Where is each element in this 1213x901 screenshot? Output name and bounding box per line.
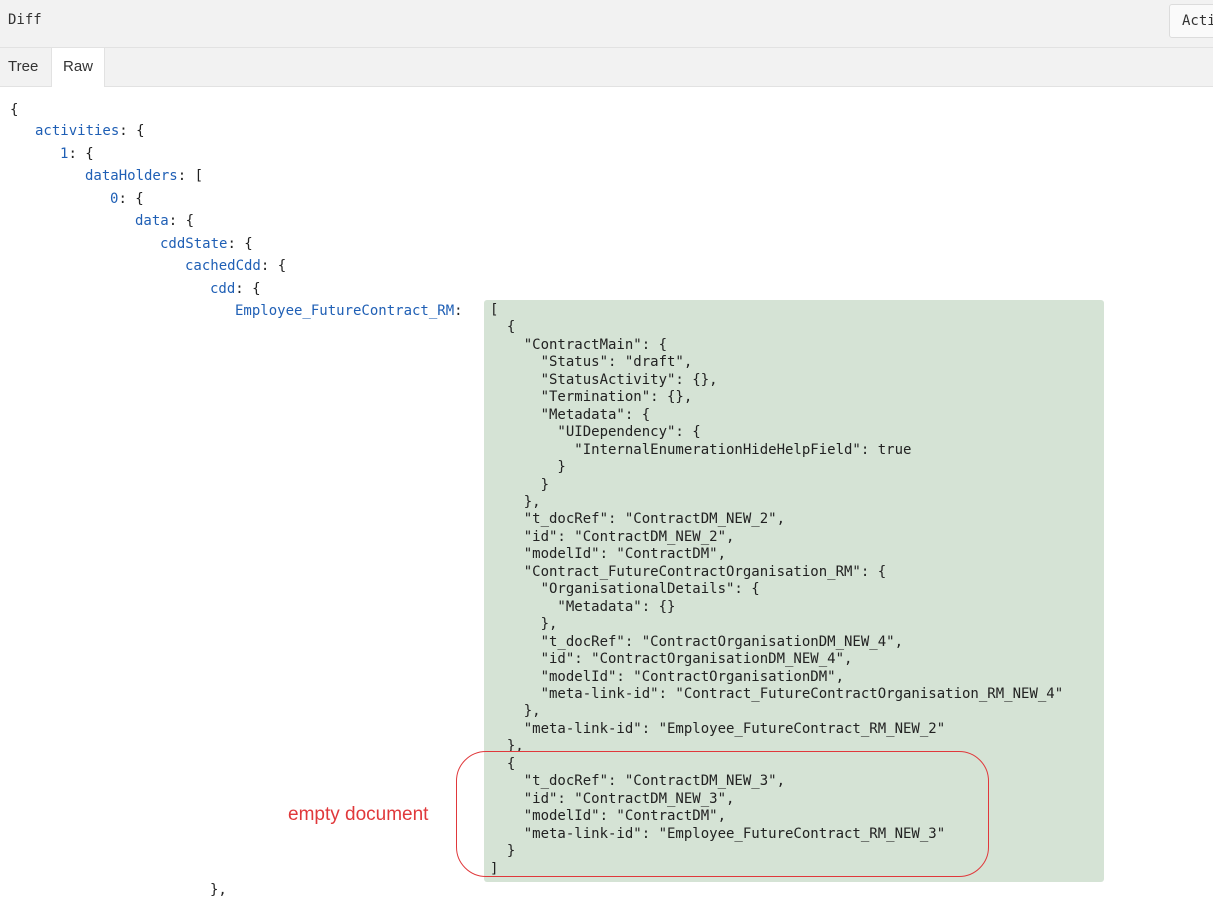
tree-suffix: : { — [227, 236, 253, 252]
tree-key: activities — [35, 123, 120, 139]
tree-key: Employee_FutureContract_RM — [235, 303, 455, 319]
tree-suffix: : — [454, 303, 463, 319]
tree-line-0[interactable]: 0: { — [110, 188, 144, 210]
tree-line-cddstate[interactable]: cddState: { — [160, 233, 253, 255]
tree-suffix: : { — [235, 281, 261, 297]
tree-line-activities[interactable]: activities: { — [35, 120, 145, 142]
tab-tree[interactable]: Tree — [0, 48, 50, 86]
view-tabs: Tree Raw — [0, 48, 1213, 87]
tree-key: data — [135, 213, 169, 229]
tree-suffix: : { — [119, 123, 145, 139]
actions-button[interactable]: Acti — [1169, 4, 1213, 38]
tree-key: cddState — [160, 236, 228, 252]
tree-line-cachedcdd[interactable]: cachedCdd: { — [185, 255, 286, 277]
tree-key: dataHolders — [85, 168, 178, 184]
tree-line-cdd[interactable]: cdd: { — [210, 278, 261, 300]
tree-key: cachedCdd — [185, 258, 261, 274]
annotation-label: empty document — [288, 804, 429, 825]
top-bar: Diff Acti — [0, 0, 1213, 48]
page-title: Diff — [8, 12, 42, 28]
tree-line-data[interactable]: data: { — [135, 210, 194, 232]
tree-suffix: : [ — [177, 168, 204, 184]
tree-suffix: : { — [260, 258, 287, 274]
tree-suffix: : { — [68, 146, 94, 162]
tree-line-root: { — [10, 99, 18, 121]
tree-suffix: : { — [118, 191, 144, 207]
annotation-ellipse — [456, 751, 989, 877]
tree-line-employee-futurecontract-rm[interactable]: Employee_FutureContract_RM: — [235, 300, 463, 322]
tree-brace: { — [10, 102, 19, 118]
tree-line-1[interactable]: 1: { — [60, 143, 94, 165]
tree-key: cdd — [210, 281, 236, 297]
tree-line-closing: }, — [210, 882, 227, 898]
tree-line-dataholders[interactable]: dataHolders: [ — [85, 165, 203, 187]
tree-suffix: : { — [168, 213, 195, 229]
tab-raw[interactable]: Raw — [51, 48, 105, 87]
